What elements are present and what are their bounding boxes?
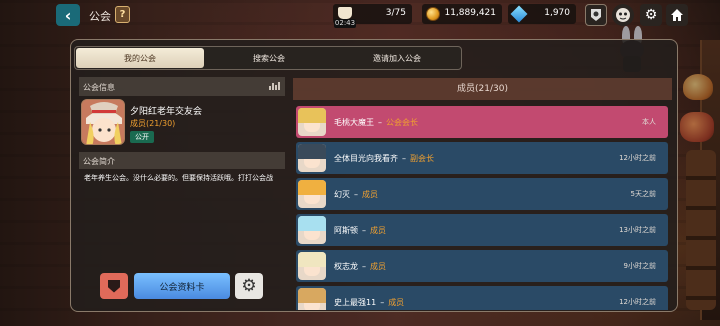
member-row[interactable]: 全体目光向我看齐 – 副会长 12小时之前: [296, 142, 668, 174]
guild-member-count: 成员(21/30): [130, 119, 176, 128]
member-row[interactable]: 权志龙 – 成员 9小时之前: [296, 250, 668, 282]
stats-icon[interactable]: [269, 82, 280, 90]
diamond-icon: [510, 5, 528, 23]
back-button[interactable]: ‹: [56, 4, 80, 26]
avatar-icon[interactable]: [612, 4, 634, 26]
shield-icon: [108, 279, 120, 293]
member-avatar: [298, 144, 326, 172]
member-avatar: [298, 180, 326, 208]
energy-timer: 02:43: [334, 19, 356, 28]
member-avatar: [298, 108, 326, 136]
member-row[interactable]: 阿斯顿 – 成员 13小时之前: [296, 214, 668, 246]
member-last-active: 12小时之前: [619, 154, 656, 162]
tab-bar: 我的公会 搜索公会 邀请加入公会: [74, 46, 462, 70]
member-row[interactable]: 毛桃大魔王 – 公会会长 本人: [296, 106, 668, 138]
separator: –: [354, 189, 358, 199]
guild-emblem-button[interactable]: [100, 273, 128, 299]
gold-value: 11,889,421: [444, 8, 496, 18]
member-avatar: [298, 252, 326, 280]
guild-emblem: [81, 99, 125, 145]
separator: –: [378, 117, 382, 127]
visibility-badge: 公开: [130, 131, 154, 143]
energy-value: 3/75: [385, 8, 406, 18]
member-last-active: 13小时之前: [619, 226, 656, 234]
gold-counter[interactable]: 11,889,421: [422, 4, 502, 24]
gear-icon[interactable]: ⚙: [640, 4, 662, 26]
separator: –: [380, 297, 385, 307]
guild-name: 夕阳红老年交友会: [130, 107, 203, 117]
member-last-active: 本人: [642, 118, 656, 126]
guild-info-title: 公会信息: [83, 83, 115, 92]
member-role: 成员: [370, 261, 386, 271]
member-list-header: 成员(21/30): [293, 78, 672, 100]
page-title: 公会: [89, 10, 111, 23]
help-button[interactable]: ?: [115, 6, 130, 23]
separator: –: [362, 225, 366, 235]
member-name: 全体目光向我看齐: [334, 153, 398, 163]
member-role: 公会会长: [386, 117, 418, 127]
guild-intro-header: 公会简介: [79, 152, 285, 169]
member-role: 成员: [370, 225, 386, 235]
member-name: 毛桃大魔王: [334, 117, 374, 127]
member-role: 成员: [362, 189, 378, 199]
member-row[interactable]: 幻灭 – 成员 5天之前: [296, 178, 668, 210]
tab-search-guild[interactable]: 搜索公会: [205, 47, 333, 69]
member-name: 阿斯顿: [334, 225, 358, 235]
member-name: 权志龙: [334, 261, 358, 271]
guild-intro-text: 老年养生公会。没什么必要的。但要保持活跃哦。打打公会战: [84, 174, 273, 182]
gem-value: 1,970: [544, 8, 570, 18]
member-last-active: 12小时之前: [619, 298, 656, 306]
member-name: 史上最强11: [334, 297, 377, 307]
separator: –: [362, 261, 366, 271]
member-last-active: 9小时之前: [623, 262, 656, 270]
guild-settings-button[interactable]: ⚙: [235, 273, 263, 299]
gear-icon: ⚙: [241, 276, 257, 296]
coin-icon: [424, 5, 442, 23]
guild-info-header: 公会信息: [79, 77, 285, 96]
member-last-active: 5天之前: [630, 190, 656, 198]
tab-my-guild[interactable]: 我的公会: [76, 48, 204, 68]
member-list[interactable]: 毛桃大魔王 – 公会会长 本人 全体目光向我看齐 – 副会长 12小时之前 幻灭 – 成员 5天之前阿…: [296, 106, 668, 310]
member-row[interactable]: 史上最强11– 成员 12小时之前: [296, 286, 668, 310]
guild-card-button[interactable]: 公会资料卡: [134, 273, 230, 299]
home-icon[interactable]: [666, 4, 688, 26]
badge-icon[interactable]: [585, 4, 607, 26]
member-role: 成员: [388, 297, 405, 307]
member-avatar: [298, 216, 326, 244]
member-avatar: [298, 288, 326, 310]
gem-counter[interactable]: 1,970: [508, 4, 576, 24]
member-role: 副会长: [410, 153, 434, 163]
tab-invite-guild[interactable]: 邀请加入公会: [333, 47, 461, 69]
separator: –: [402, 153, 406, 163]
member-name: 幻灭: [334, 189, 350, 199]
back-arrow-icon: ‹: [64, 5, 72, 25]
